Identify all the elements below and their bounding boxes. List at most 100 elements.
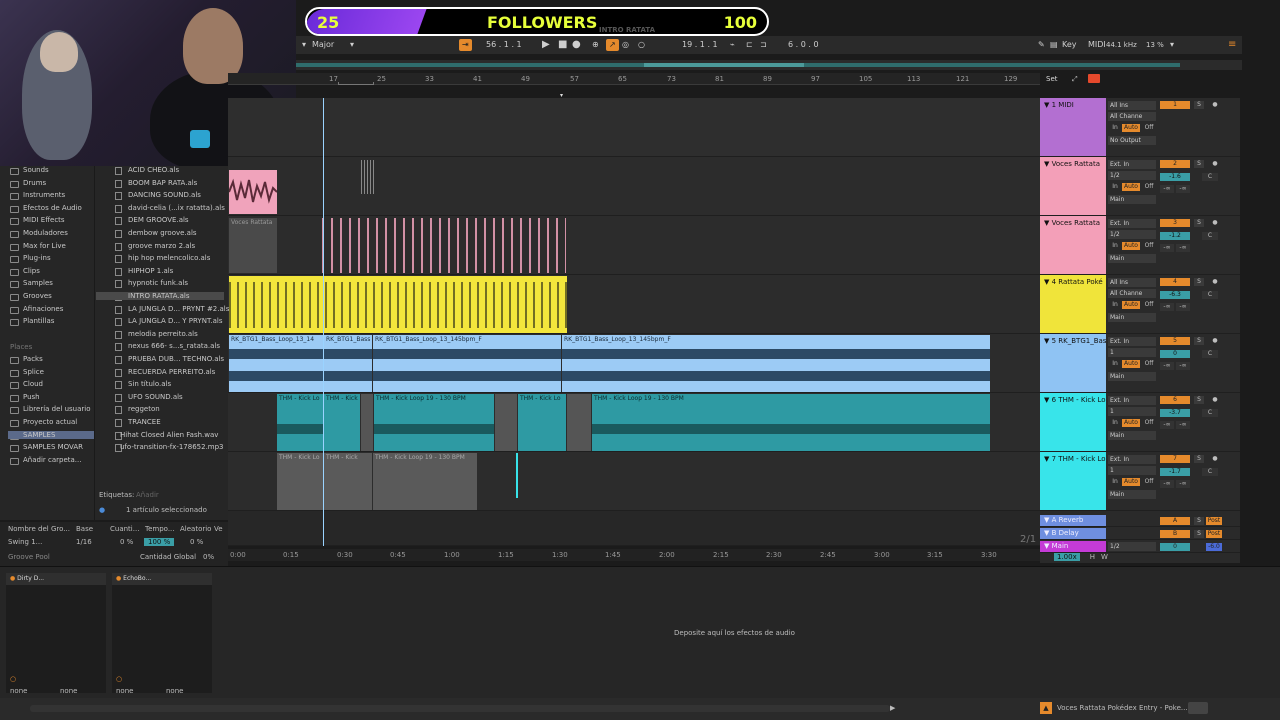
solo-button[interactable]: S [1194,455,1204,463]
browser-file[interactable]: DANCING SOUND.als [128,191,201,199]
track-fold-icon[interactable]: ▼ [1044,219,1049,227]
monitor-off-button[interactable]: Off [1142,183,1156,191]
arm-icon[interactable]: ● [1210,455,1220,463]
clip-kick-3[interactable]: THM - Kick Loop 19 - 130 BPM [374,394,494,451]
power-icon[interactable]: ● [116,575,121,582]
pan-knob[interactable]: C [1202,173,1218,181]
device-select[interactable]: none [10,687,27,695]
scale-dropdown-icon[interactable]: ▾ [350,39,354,51]
track-header[interactable]: ▼ 5 RK_BTG1_Bas Ext. In 1 In Auto Off Main 5 S ● 0… [1040,334,1240,393]
browser-category[interactable]: Plantillas [23,317,54,325]
input-type-select[interactable]: Ext. In [1108,396,1156,405]
browser-category[interactable]: Afinaciones [23,305,63,313]
return-name[interactable]: ▼ B Delay [1040,528,1106,539]
device-view[interactable]: ● Dirty D... ○ none none ● EchoBo... ○ n… [0,566,1280,698]
volume-slider[interactable]: 0 [1160,350,1190,358]
monitor-off-button[interactable]: Off [1142,301,1156,309]
record-arm-indicator[interactable] [1088,74,1100,83]
lane-voces-1[interactable] [228,157,1040,216]
monitor-in-button[interactable]: In [1110,183,1120,191]
volume-slider[interactable]: -1.6 [1160,173,1190,181]
browser-file[interactable]: LA JUNGLA D... Y PRYNT.als [128,317,223,325]
browser-place[interactable]: Librería del usuario [23,405,91,413]
bar-ruler[interactable]: 17 25 33 41 49 57 65 73 81 89 97 105 113… [228,73,1040,85]
browser-file[interactable]: PRUEBA DUB... TECHNO.als [128,355,224,363]
solo-button[interactable]: S [1194,530,1204,538]
device-dirty[interactable]: ● Dirty D... ○ none none [6,573,106,695]
browser-file[interactable]: LA JUNGLA D... PRYNT #2.als [128,305,229,313]
browser-category[interactable]: Sounds [23,166,49,174]
monitor-auto-button[interactable]: Auto [1122,242,1140,250]
device-header[interactable]: ● EchoBo... [112,573,212,585]
browser-category[interactable]: Plug-ins [23,254,51,262]
browser-file[interactable]: melodia perreito.als [128,330,198,338]
draw-mode-icon[interactable]: ✎ [1038,39,1045,51]
input-type-select[interactable]: Ext. In [1108,337,1156,346]
return-activator[interactable]: 0 [1160,543,1190,551]
play-icon[interactable]: ▶ [890,704,895,712]
track-name[interactable]: ▼ Voces Rattata [1040,216,1106,274]
status-scroll[interactable] [30,705,890,712]
pan-knob[interactable]: C [1202,232,1218,240]
return-track-header[interactable]: ▼ Main 1/2 0 -6.0 [1040,541,1240,553]
punch-in-icon[interactable]: ⊏ [746,39,753,51]
arrangement-view[interactable]: Voces Rattata RK_BTG1_Bass_Loop_13_14 RK… [228,98,1040,546]
tags-add[interactable]: Añadir [136,491,159,499]
browser-file[interactable]: RECUERDA PERREITO.als [128,368,215,376]
clip-voces-small[interactable] [229,170,277,214]
track-fold-icon[interactable]: ▼ [1044,101,1049,109]
clip-kick-1[interactable]: THM - Kick Lo [277,394,323,451]
track-header[interactable]: ▼ 7 THM - Kick Lo Ext. In 1 In Auto Off Main 7 S… [1040,452,1240,511]
song-position[interactable]: 56 . 1 . 1 [486,39,522,51]
device-select[interactable]: none [116,687,133,695]
output-select[interactable]: Main [1108,254,1156,263]
track-activator[interactable]: 2 [1160,160,1190,168]
track-fold-icon[interactable]: ▼ [1044,337,1049,345]
browser-place[interactable]: SAMPLES MOVAR [23,443,83,451]
solo-button[interactable]: S [1194,396,1204,404]
input-type-select[interactable]: Ext. In [1108,160,1156,169]
pan-knob[interactable]: C [1202,291,1218,299]
monitor-auto-button[interactable]: Auto [1122,124,1140,132]
device-echo[interactable]: ● EchoBo... ○ none none [112,573,212,695]
clip-bass-3[interactable]: RK_BTG1_Bass_Loop_13_145bpm_F [373,335,561,392]
send-a[interactable]: -∞ [1160,303,1174,311]
solo-button[interactable]: S [1194,517,1204,525]
browser-category[interactable]: Grooves [23,292,52,300]
browser-place[interactable]: SAMPLES [8,430,94,439]
midi-map-button[interactable]: MIDI [1088,39,1106,51]
track-fold-icon[interactable]: ▼ [1044,529,1049,537]
browser-place[interactable]: Proyecto actual [23,418,77,426]
track-header[interactable]: ▼ Voces Rattata Ext. In 1/2 In Auto Off Main 3 S… [1040,216,1240,275]
return-track-header[interactable]: ▼ B Delay B S Post [1040,528,1240,540]
browser-category[interactable]: Moduladores [23,229,68,237]
browser-place[interactable]: Packs [23,355,43,363]
cpu-chevron-icon[interactable]: ▾ [1170,39,1174,51]
view-toggle-icon[interactable] [1188,702,1208,714]
send-b[interactable]: -∞ [1176,421,1190,429]
arm-icon[interactable]: ● [1210,219,1220,227]
monitor-in-button[interactable]: In [1110,360,1120,368]
monitor-off-button[interactable]: Off [1142,124,1156,132]
track-header[interactable]: ▼ 6 THM - Kick Lo Ext. In 1 In Auto Off Main 6 S… [1040,393,1240,452]
track-activator[interactable]: 4 [1160,278,1190,286]
solo-button[interactable]: S [1194,219,1204,227]
post-button[interactable]: Post [1206,530,1222,538]
arm-icon[interactable]: ● [1210,101,1220,109]
browser-file[interactable]: ufo-transition-fx-178652.mp3 [120,443,224,451]
clip-rattata[interactable] [229,276,567,333]
clip-voces-marks[interactable] [361,160,376,194]
pan-knob[interactable]: C [1202,350,1218,358]
track-fold-icon[interactable]: ▼ [1044,516,1049,524]
monitor-in-button[interactable]: In [1110,301,1120,309]
monitor-in-button[interactable]: In [1110,242,1120,250]
record-icon[interactable]: ● [572,39,581,51]
track-header[interactable]: ▼ 4 Rattata Poké All Ins All Channe In Auto O… [1040,275,1240,334]
monitor-off-button[interactable]: Off [1142,360,1156,368]
monitor-auto-button[interactable]: Auto [1122,419,1140,427]
scale-chevron-icon[interactable]: ▾ [302,39,306,51]
input-channel-select[interactable]: All Channe [1108,112,1156,121]
solo-button[interactable]: S [1194,160,1204,168]
browser-place[interactable]: Push [23,393,40,401]
browser-category[interactable]: MIDI Effects [23,216,65,224]
